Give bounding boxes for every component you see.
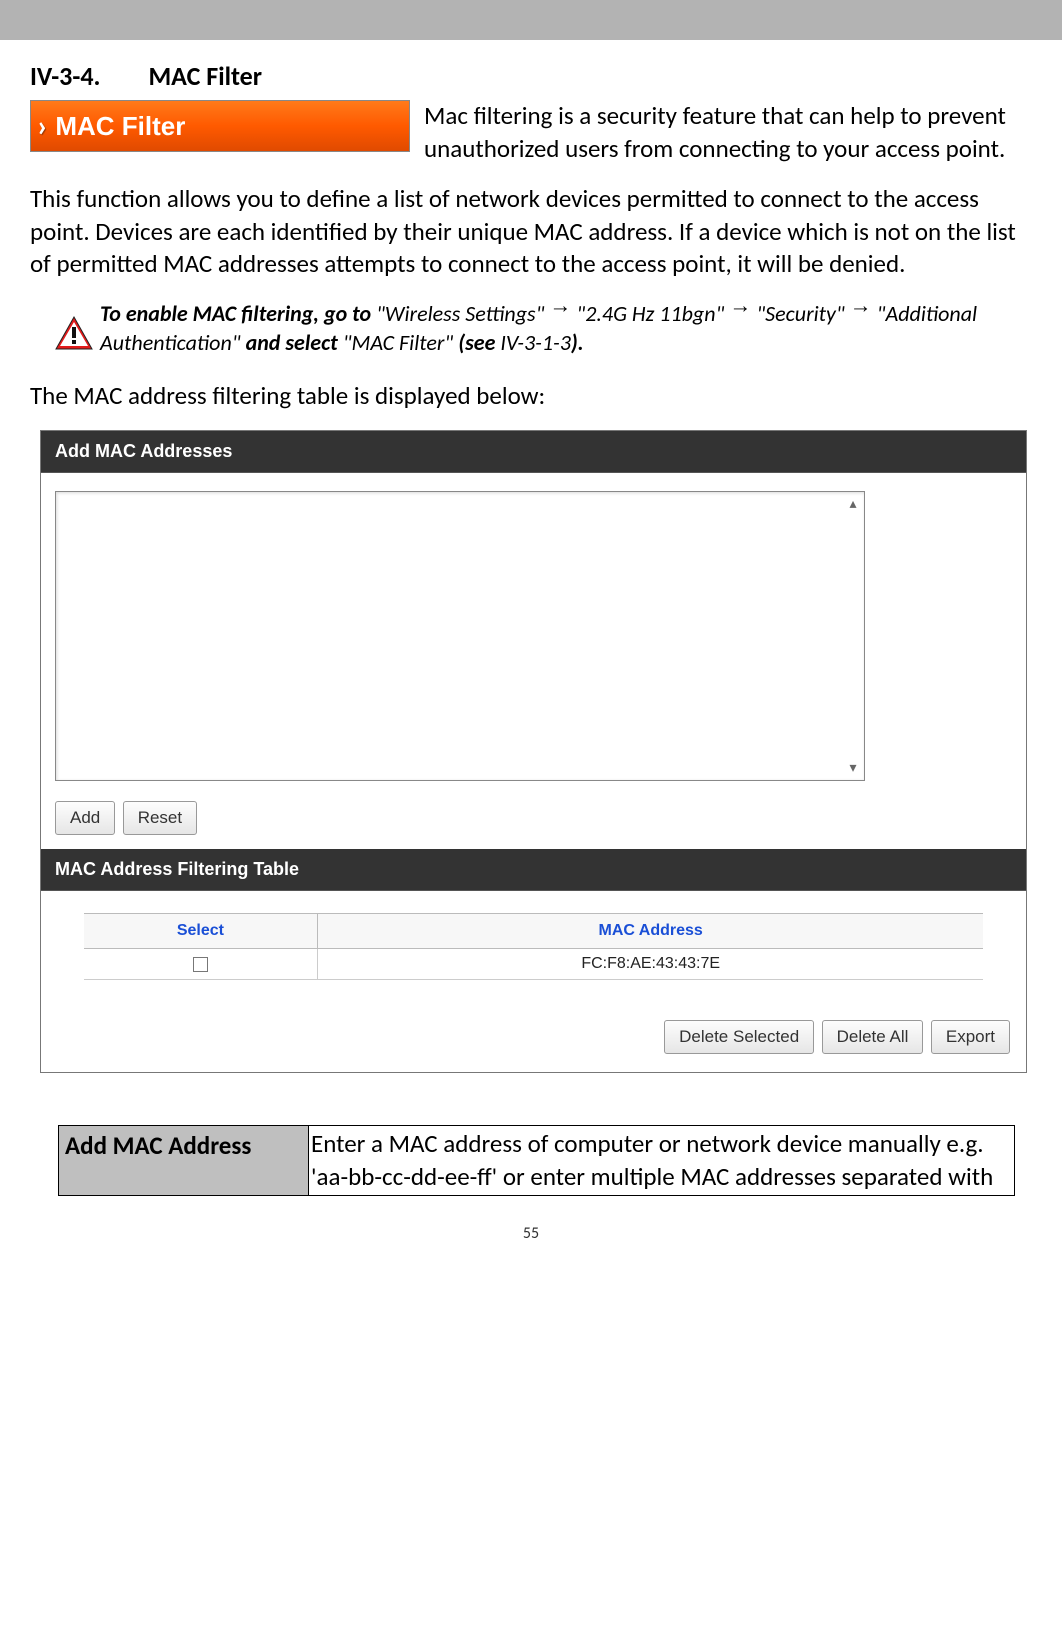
warning-note: To enable MAC filtering, go to "Wireless… <box>30 299 1027 358</box>
badge-label: MAC Filter <box>55 111 185 142</box>
desc-key-cell: Add MAC Address <box>59 1126 309 1196</box>
explain-paragraph: This function allows you to define a lis… <box>30 183 1027 281</box>
section-number: IV-3-4. <box>30 60 100 92</box>
filter-table-panel-header: MAC Address Filtering Table <box>41 849 1026 891</box>
arrow-icon: → <box>549 292 571 317</box>
warning-icon <box>54 315 94 351</box>
table-lead-paragraph: The MAC address filtering table is displ… <box>30 380 1027 413</box>
mac-filter-table: Select MAC Address FC:F8:AE:43:43:7E <box>84 913 984 980</box>
note-body: To enable MAC filtering, go to "Wireless… <box>100 299 1019 358</box>
section-heading: IV-3-4. MAC Filter <box>30 60 1027 92</box>
arrow-icon: → <box>850 292 872 317</box>
arrow-icon: → <box>729 292 751 317</box>
col-mac: MAC Address <box>318 914 984 949</box>
add-mac-panel-header: Add MAC Addresses <box>41 431 1026 473</box>
table-row: FC:F8:AE:43:43:7E <box>84 949 984 980</box>
mac-filter-ui: Add MAC Addresses ▴ ▾ Add Reset MAC Addr… <box>40 430 1027 1073</box>
mac-filter-badge: › MAC Filter <box>30 100 410 152</box>
scroll-down-icon[interactable]: ▾ <box>843 758 863 778</box>
col-select: Select <box>84 914 318 949</box>
page-number: 55 <box>0 1224 1062 1249</box>
mac-address-textarea[interactable]: ▴ ▾ <box>55 491 865 781</box>
row-checkbox[interactable] <box>193 957 208 972</box>
section-title: MAC Filter <box>148 60 262 92</box>
add-mac-panel-body: ▴ ▾ Add Reset <box>41 473 1026 849</box>
top-grey-bar <box>0 0 1062 40</box>
reset-button[interactable]: Reset <box>123 801 197 835</box>
export-button[interactable]: Export <box>931 1020 1010 1054</box>
chevron-right-icon: › <box>37 108 47 145</box>
delete-selected-button[interactable]: Delete Selected <box>664 1020 814 1054</box>
add-button[interactable]: Add <box>55 801 115 835</box>
delete-all-button[interactable]: Delete All <box>822 1020 924 1054</box>
mac-cell: FC:F8:AE:43:43:7E <box>318 949 984 980</box>
description-table: Add MAC Address Enter a MAC address of c… <box>58 1125 1015 1196</box>
scroll-up-icon[interactable]: ▴ <box>843 494 863 514</box>
desc-val-cell: Enter a MAC address of computer or netwo… <box>309 1126 1015 1196</box>
